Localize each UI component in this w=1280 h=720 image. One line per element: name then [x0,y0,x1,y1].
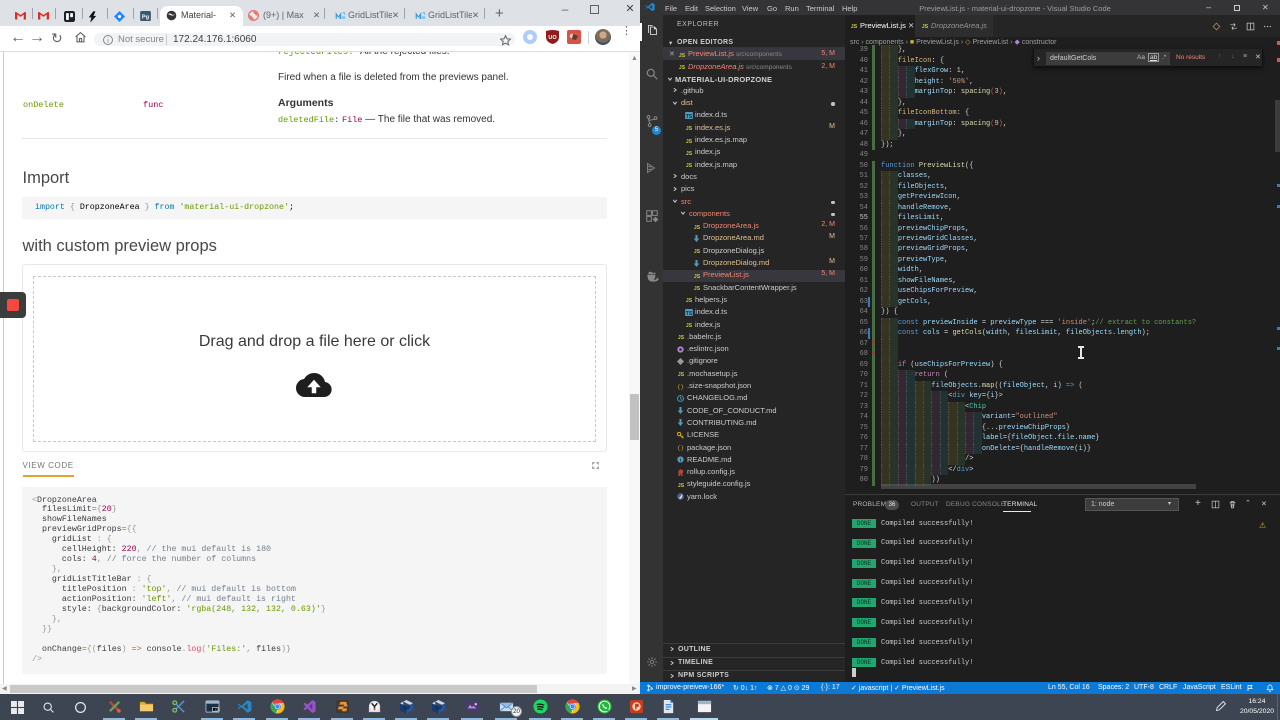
svg-text:JS: JS [678,335,685,340]
svg-text:JS: JS [694,249,701,254]
svg-text:{}: {} [677,445,684,451]
svg-text:Pg: Pg [142,15,150,21]
svg-text:{}: {} [677,383,684,389]
svg-text:UO: UO [548,35,557,41]
svg-text:JS: JS [686,163,693,168]
svg-text:JS: JS [686,323,693,328]
svg-text:JS: JS [679,65,686,70]
svg-text:JS: JS [678,372,685,377]
svg-text:JS: JS [694,224,701,229]
svg-text:JS: JS [694,274,701,279]
svg-text:C:\: C:\ [215,708,220,712]
svg-text:JS: JS [686,298,693,303]
svg-text:JS: JS [694,286,701,291]
svg-text:JS: JS [922,24,929,29]
svg-text:JS: JS [686,138,693,143]
svg-text:JS: JS [686,126,693,131]
svg-text:JS: JS [686,151,693,156]
svg-text:JS: JS [851,24,858,29]
svg-text:TS: TS [686,114,693,119]
svg-text:JS: JS [678,483,685,488]
svg-text:JS: JS [679,52,686,57]
svg-text:TS: TS [686,311,693,316]
